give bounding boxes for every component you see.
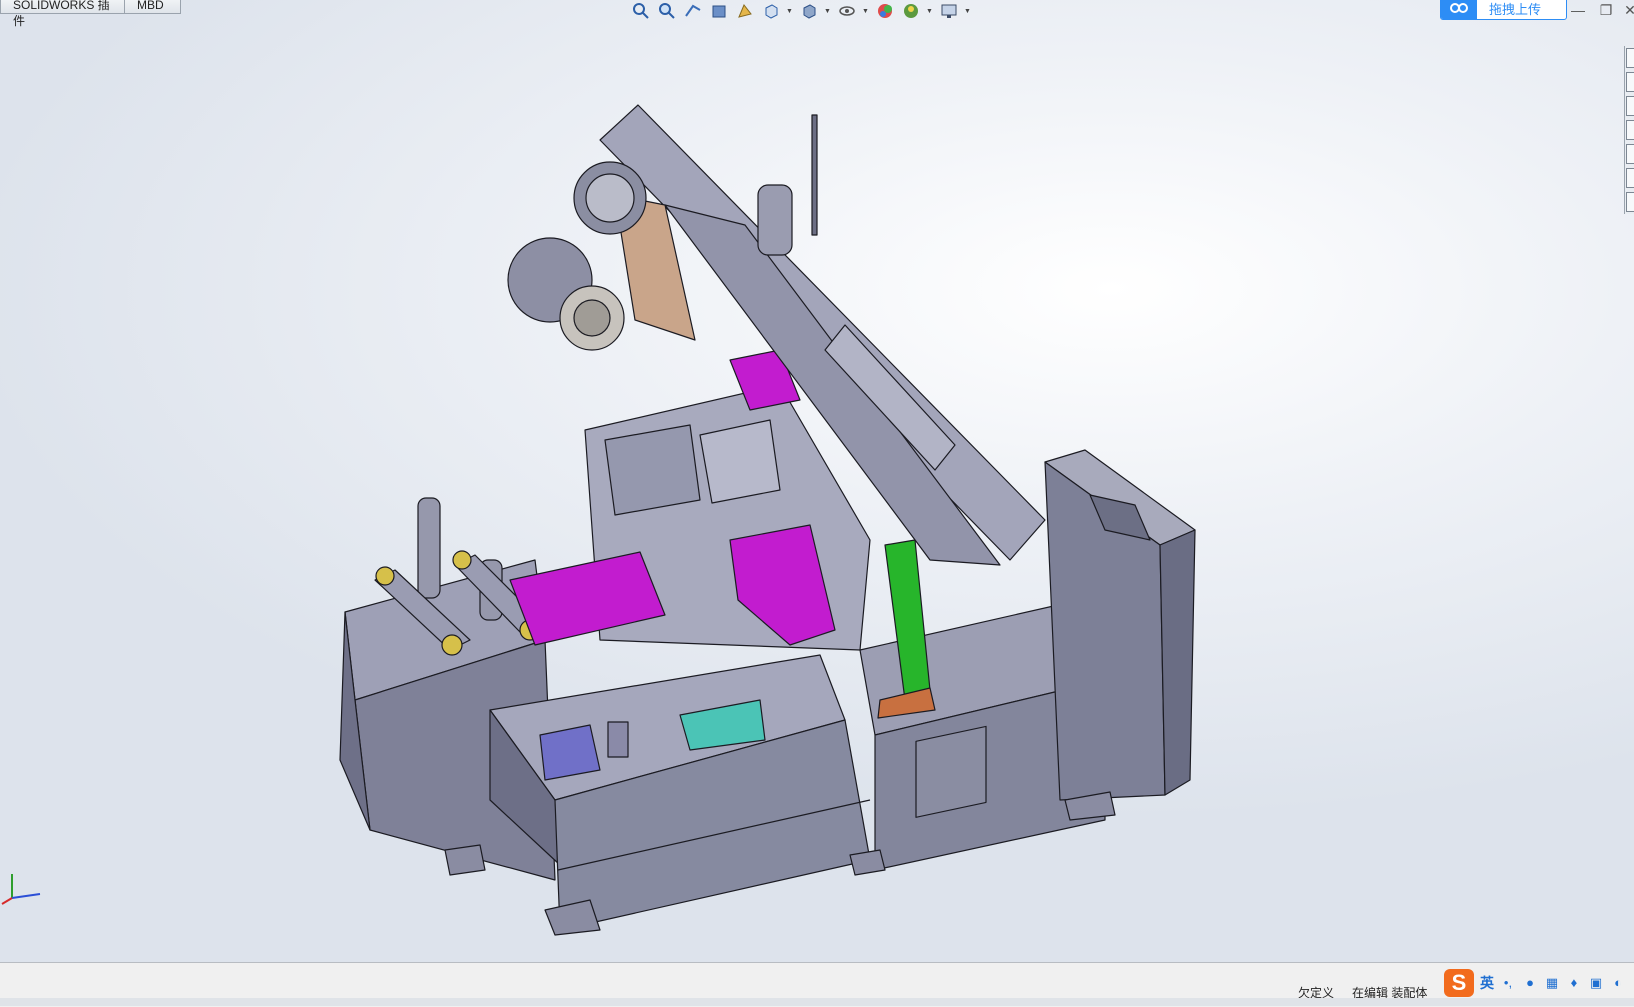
ime-language-toggle[interactable]: 英 [1480,973,1494,993]
taskbar-edge [0,998,1634,1006]
keyboard-icon[interactable]: ▦ [1544,975,1560,991]
sogou-logo-icon[interactable]: S [1444,969,1474,997]
toolbox-icon[interactable]: ▣ [1588,975,1604,991]
ime-toolbar: S 英 •, ● ▦ ♦ ▣ ◐ [1444,968,1626,998]
punctuation-toggle[interactable]: •, [1500,975,1516,991]
graphics-viewport[interactable]: SOLIDWORKS 插件 MBD ▼ ▼ ▼ ▼ ▼ 拖拽上传 — ❐ ✕ [0,0,1634,962]
more-icon[interactable]: ◐ [1610,975,1626,991]
coordinate-triad-icon [1,874,41,905]
microphone-icon[interactable]: ● [1522,975,1538,991]
bandsaw-assembly-model[interactable] [0,0,1634,962]
skin-icon[interactable]: ♦ [1566,975,1582,991]
